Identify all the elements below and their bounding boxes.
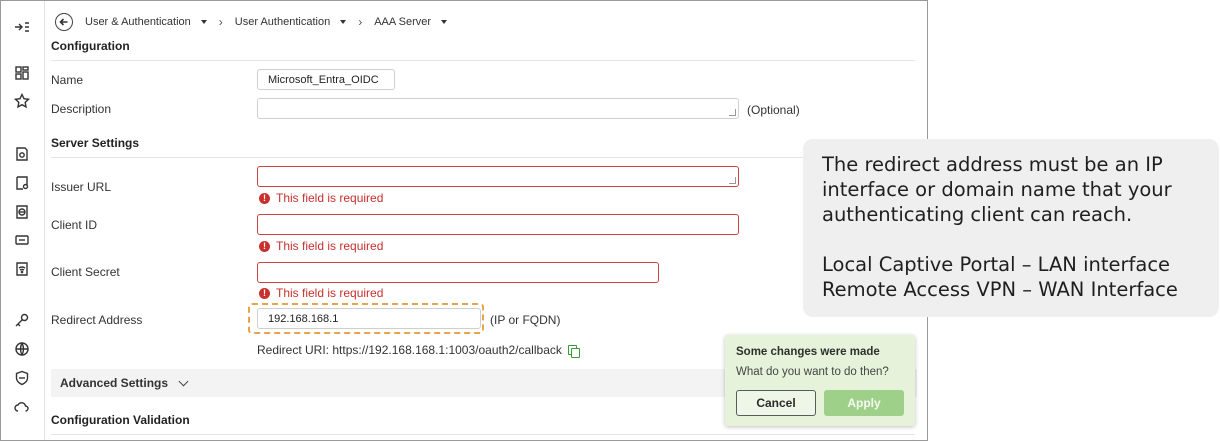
- breadcrumb: User & Authentication › User Authenticat…: [55, 11, 448, 33]
- star-icon[interactable]: [12, 91, 32, 111]
- copy-icon[interactable]: [567, 344, 580, 358]
- client-id-input[interactable]: [257, 214, 739, 235]
- redirect-address-label: Redirect Address: [51, 313, 143, 327]
- callout-text-2: Local Captive Portal – LAN interface Rem…: [822, 253, 1178, 301]
- resize-handle[interactable]: [729, 177, 736, 184]
- arrow-left-icon: [59, 18, 68, 26]
- error-icon: !: [259, 240, 270, 252]
- chevron-right-icon: ›: [218, 15, 223, 29]
- name-input[interactable]: Microsoft_Entra_OIDC: [257, 69, 395, 90]
- description-label: Description: [51, 102, 112, 116]
- issuer-url-label: Issuer URL: [51, 180, 112, 194]
- caret-down-icon[interactable]: [340, 20, 347, 24]
- client-secret-error: ! This field is required: [259, 286, 383, 300]
- section-title-configuration: Configuration: [51, 39, 130, 53]
- dashboard-icon[interactable]: [12, 63, 32, 83]
- highlight-box: [248, 303, 484, 334]
- cloud-icon[interactable]: [12, 397, 32, 417]
- error-icon: !: [259, 192, 270, 204]
- wifi-icon[interactable]: [12, 259, 32, 279]
- breadcrumb-item[interactable]: AAA Server: [374, 16, 448, 28]
- settings-doc-icon[interactable]: [12, 144, 32, 164]
- client-id-label: Client ID: [51, 218, 98, 232]
- client-secret-input[interactable]: [257, 262, 659, 283]
- caret-down-icon[interactable]: [200, 20, 207, 24]
- collapse-icon[interactable]: [12, 17, 32, 37]
- annotation-callout: The redirect address must be an IP inter…: [803, 139, 1219, 317]
- divider: [51, 434, 915, 435]
- popup-title: Some changes were made: [736, 346, 880, 358]
- name-label: Name: [51, 73, 84, 87]
- resize-handle[interactable]: [729, 109, 736, 116]
- section-title-server-settings: Server Settings: [51, 136, 140, 150]
- description-hint: (Optional): [747, 103, 800, 117]
- client-id-error: ! This field is required: [259, 239, 383, 253]
- issuer-url-input[interactable]: [257, 166, 739, 187]
- redirect-address-hint: (IP or FQDN): [490, 313, 561, 327]
- shield-icon[interactable]: [12, 368, 32, 388]
- vpn-icon[interactable]: [12, 230, 32, 250]
- popup-message: What do you want to do then?: [736, 366, 889, 378]
- cancel-button[interactable]: Cancel: [736, 390, 816, 416]
- client-secret-label: Client Secret: [51, 265, 120, 279]
- callout-text-1: The redirect address must be an IP inter…: [822, 153, 1172, 226]
- redirect-uri: Redirect URI: https://192.168.168.1:1003…: [257, 343, 580, 358]
- section-title-configuration-validation: Configuration Validation: [51, 413, 190, 427]
- unsaved-changes-popup: Some changes were made What do you want …: [725, 335, 915, 426]
- certificate-icon[interactable]: [12, 173, 32, 193]
- key-icon[interactable]: [12, 310, 32, 330]
- globe-doc-icon[interactable]: [12, 202, 32, 222]
- error-icon: !: [259, 287, 270, 299]
- sidebar: [1, 1, 45, 440]
- breadcrumb-item[interactable]: User Authentication: [235, 16, 347, 28]
- divider: [51, 157, 915, 158]
- back-button[interactable]: [55, 13, 73, 31]
- description-input[interactable]: [257, 98, 739, 119]
- caret-down-icon[interactable]: [441, 20, 448, 24]
- chevron-right-icon: ›: [358, 15, 363, 29]
- apply-button[interactable]: Apply: [824, 390, 904, 416]
- issuer-url-error: ! This field is required: [259, 191, 383, 205]
- globe-icon[interactable]: [12, 339, 32, 359]
- divider: [51, 60, 915, 61]
- chevron-down-icon: [178, 376, 189, 387]
- breadcrumb-item[interactable]: User & Authentication: [85, 16, 207, 28]
